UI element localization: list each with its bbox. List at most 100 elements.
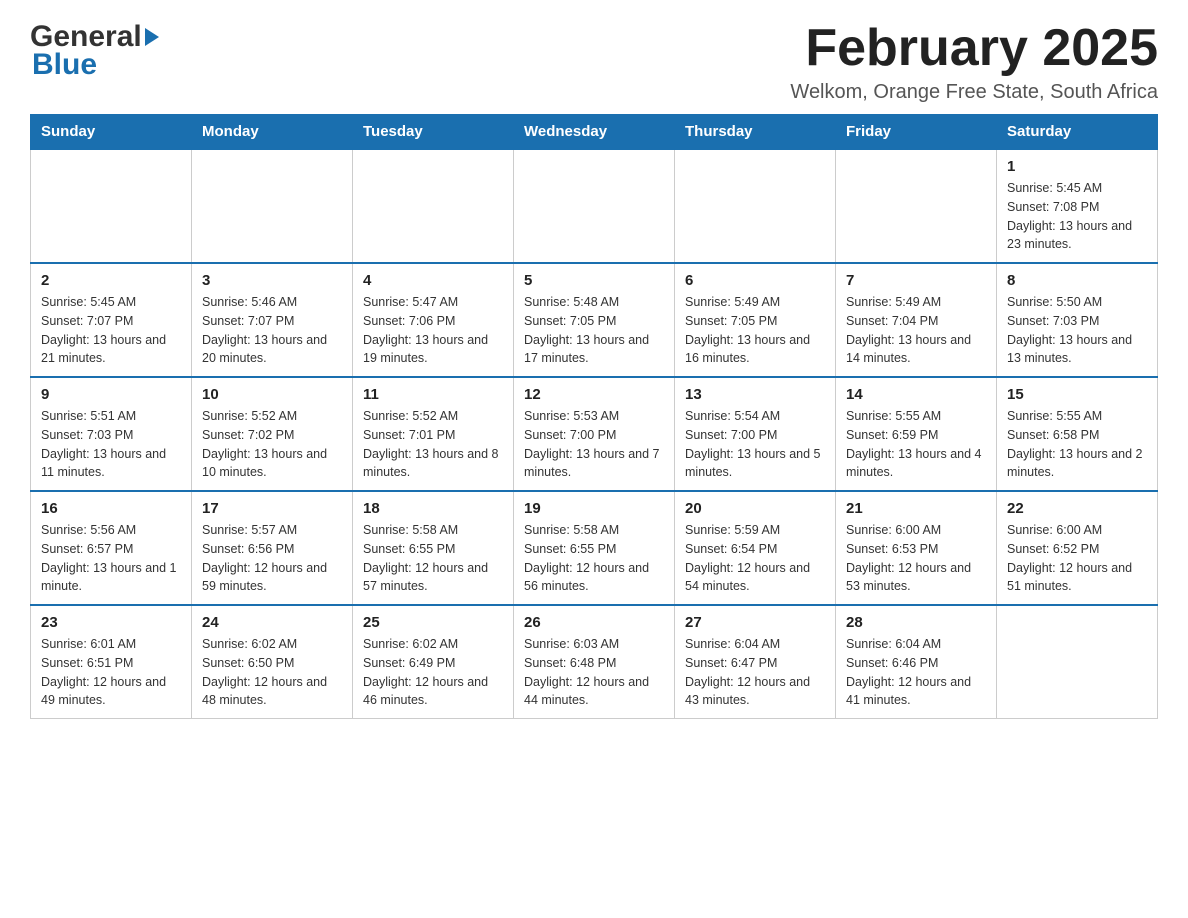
day-number: 11 [363,386,503,403]
day-info: Sunrise: 6:00 AMSunset: 6:52 PMDaylight:… [1007,521,1147,596]
day-number: 28 [846,614,986,631]
table-row: 21 Sunrise: 6:00 AMSunset: 6:53 PMDayligh… [836,491,997,605]
day-info: Sunrise: 5:46 AMSunset: 7:07 PMDaylight:… [202,293,342,368]
day-info: Sunrise: 5:53 AMSunset: 7:00 PMDaylight:… [524,407,664,482]
day-info: Sunrise: 6:04 AMSunset: 6:46 PMDaylight:… [846,635,986,710]
logo: General Blue [30,20,159,82]
calendar-subtitle: Welkom, Orange Free State, South Africa [790,81,1158,104]
header-monday: Monday [192,115,353,150]
calendar-week-row: 9 Sunrise: 5:51 AMSunset: 7:03 PMDaylight… [31,377,1158,491]
day-number: 2 [41,272,181,289]
table-row: 9 Sunrise: 5:51 AMSunset: 7:03 PMDaylight… [31,377,192,491]
day-number: 10 [202,386,342,403]
table-row: 14 Sunrise: 5:55 AMSunset: 6:59 PMDayligh… [836,377,997,491]
calendar-title: February 2025 [790,20,1158,77]
day-number: 18 [363,500,503,517]
table-row: 3 Sunrise: 5:46 AMSunset: 7:07 PMDaylight… [192,263,353,377]
day-number: 22 [1007,500,1147,517]
table-row: 18 Sunrise: 5:58 AMSunset: 6:55 PMDayligh… [353,491,514,605]
day-number: 5 [524,272,664,289]
table-row [353,149,514,263]
header-sunday: Sunday [31,115,192,150]
day-number: 9 [41,386,181,403]
table-row: 28 Sunrise: 6:04 AMSunset: 6:46 PMDayligh… [836,605,997,719]
table-row [997,605,1158,719]
table-row [192,149,353,263]
table-row: 23 Sunrise: 6:01 AMSunset: 6:51 PMDayligh… [31,605,192,719]
day-info: Sunrise: 5:47 AMSunset: 7:06 PMDaylight:… [363,293,503,368]
header-saturday: Saturday [997,115,1158,150]
day-number: 17 [202,500,342,517]
calendar-week-row: 1 Sunrise: 5:45 AMSunset: 7:08 PMDaylight… [31,149,1158,263]
day-info: Sunrise: 5:58 AMSunset: 6:55 PMDaylight:… [524,521,664,596]
day-number: 21 [846,500,986,517]
table-row: 8Sunrise: 5:50 AMSunset: 7:03 PMDaylight… [997,263,1158,377]
day-info: Sunrise: 5:45 AMSunset: 7:07 PMDaylight:… [41,293,181,368]
table-row: 16 Sunrise: 5:56 AMSunset: 6:57 PMDayligh… [31,491,192,605]
day-info: Sunrise: 5:50 AMSunset: 7:03 PMDaylight:… [1007,293,1147,368]
table-row: 20 Sunrise: 5:59 AMSunset: 6:54 PMDayligh… [675,491,836,605]
table-row: 17 Sunrise: 5:57 AMSunset: 6:56 PMDayligh… [192,491,353,605]
day-info: Sunrise: 6:01 AMSunset: 6:51 PMDaylight:… [41,635,181,710]
day-number: 23 [41,614,181,631]
day-info: Sunrise: 5:57 AMSunset: 6:56 PMDaylight:… [202,521,342,596]
table-row [836,149,997,263]
day-number: 27 [685,614,825,631]
day-number: 3 [202,272,342,289]
day-number: 20 [685,500,825,517]
day-info: Sunrise: 6:02 AMSunset: 6:49 PMDaylight:… [363,635,503,710]
calendar-week-row: 16 Sunrise: 5:56 AMSunset: 6:57 PMDayligh… [31,491,1158,605]
day-info: Sunrise: 5:58 AMSunset: 6:55 PMDaylight:… [363,521,503,596]
calendar-week-row: 23 Sunrise: 6:01 AMSunset: 6:51 PMDayligh… [31,605,1158,719]
logo-blue-text: Blue [30,48,159,82]
table-row [675,149,836,263]
day-info: Sunrise: 5:56 AMSunset: 6:57 PMDaylight:… [41,521,181,596]
table-row: 10 Sunrise: 5:52 AMSunset: 7:02 PMDayligh… [192,377,353,491]
day-number: 4 [363,272,503,289]
table-row: 24Sunrise: 6:02 AMSunset: 6:50 PMDayligh… [192,605,353,719]
day-info: Sunrise: 5:52 AMSunset: 7:01 PMDaylight:… [363,407,503,482]
table-row: 6Sunrise: 5:49 AMSunset: 7:05 PMDaylight… [675,263,836,377]
header-wednesday: Wednesday [514,115,675,150]
table-row: 13Sunrise: 5:54 AMSunset: 7:00 PMDayligh… [675,377,836,491]
day-info: Sunrise: 5:59 AMSunset: 6:54 PMDaylight:… [685,521,825,596]
table-row: 11 Sunrise: 5:52 AMSunset: 7:01 PMDayligh… [353,377,514,491]
day-info: Sunrise: 5:51 AMSunset: 7:03 PMDaylight:… [41,407,181,482]
day-info: Sunrise: 5:49 AMSunset: 7:05 PMDaylight:… [685,293,825,368]
table-row [514,149,675,263]
page-header: General Blue February 2025 Welkom, Orang… [30,20,1158,104]
day-info: Sunrise: 6:02 AMSunset: 6:50 PMDaylight:… [202,635,342,710]
table-row: 26Sunrise: 6:03 AMSunset: 6:48 PMDayligh… [514,605,675,719]
table-row: 4 Sunrise: 5:47 AMSunset: 7:06 PMDaylight… [353,263,514,377]
table-row: 27 Sunrise: 6:04 AMSunset: 6:47 PMDayligh… [675,605,836,719]
table-row: 7 Sunrise: 5:49 AMSunset: 7:04 PMDaylight… [836,263,997,377]
title-area: February 2025 Welkom, Orange Free State,… [790,20,1158,104]
day-info: Sunrise: 6:04 AMSunset: 6:47 PMDaylight:… [685,635,825,710]
day-number: 16 [41,500,181,517]
table-row [31,149,192,263]
day-number: 25 [363,614,503,631]
logo-arrow-icon [145,28,159,46]
table-row: 1 Sunrise: 5:45 AMSunset: 7:08 PMDaylight… [997,149,1158,263]
header-friday: Friday [836,115,997,150]
day-number: 26 [524,614,664,631]
table-row: 19 Sunrise: 5:58 AMSunset: 6:55 PMDayligh… [514,491,675,605]
day-number: 14 [846,386,986,403]
table-row: 5Sunrise: 5:48 AMSunset: 7:05 PMDaylight… [514,263,675,377]
header-tuesday: Tuesday [353,115,514,150]
day-info: Sunrise: 6:00 AMSunset: 6:53 PMDaylight:… [846,521,986,596]
day-info: Sunrise: 5:55 AMSunset: 6:59 PMDaylight:… [846,407,986,482]
day-info: Sunrise: 5:49 AMSunset: 7:04 PMDaylight:… [846,293,986,368]
table-row: 2 Sunrise: 5:45 AMSunset: 7:07 PMDaylight… [31,263,192,377]
day-number: 7 [846,272,986,289]
day-number: 19 [524,500,664,517]
table-row: 22 Sunrise: 6:00 AMSunset: 6:52 PMDayligh… [997,491,1158,605]
day-number: 1 [1007,158,1147,175]
table-row: 15Sunrise: 5:55 AMSunset: 6:58 PMDayligh… [997,377,1158,491]
table-row: 12Sunrise: 5:53 AMSunset: 7:00 PMDayligh… [514,377,675,491]
calendar-table: Sunday Monday Tuesday Wednesday Thursday… [30,114,1158,719]
day-info: Sunrise: 5:55 AMSunset: 6:58 PMDaylight:… [1007,407,1147,482]
day-info: Sunrise: 5:45 AMSunset: 7:08 PMDaylight:… [1007,179,1147,254]
day-info: Sunrise: 5:52 AMSunset: 7:02 PMDaylight:… [202,407,342,482]
header-thursday: Thursday [675,115,836,150]
